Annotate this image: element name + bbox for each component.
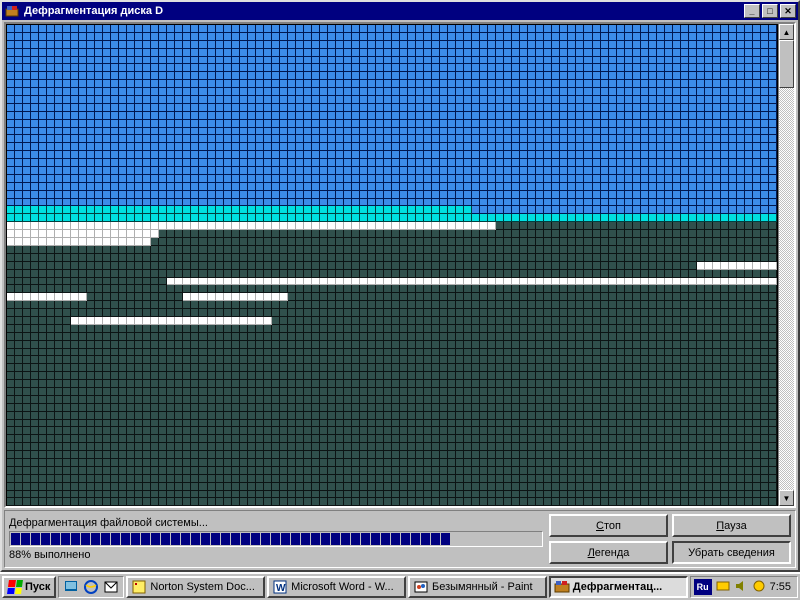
- taskbar-task-3[interactable]: Дефрагментац...: [549, 576, 688, 598]
- outlook-icon[interactable]: [103, 579, 119, 595]
- task-label: Дефрагментац...: [573, 581, 662, 593]
- svg-text:W: W: [276, 583, 286, 594]
- legend-button[interactable]: Легенда: [549, 541, 668, 564]
- client-area: ▲ ▼: [4, 22, 796, 508]
- task-icon: [131, 579, 147, 595]
- taskbar-task-1[interactable]: W Microsoft Word - W...: [267, 576, 406, 598]
- close-button[interactable]: ✕: [780, 4, 796, 18]
- window-title: Дефрагментация диска D: [24, 5, 744, 17]
- titlebar[interactable]: Дефрагментация диска D _ □ ✕: [2, 2, 798, 20]
- volume-icon[interactable]: [734, 579, 748, 596]
- task-label: Безымянный - Paint: [432, 581, 533, 593]
- scroll-down-button[interactable]: ▼: [779, 490, 794, 506]
- defrag-window: Дефрагментация диска D _ □ ✕ ▲ ▼ Дефрагм…: [0, 0, 800, 572]
- stop-button[interactable]: Стоп: [549, 514, 668, 537]
- taskbar: Пуск Norton System Doc... W Microsoft Word…: [0, 572, 800, 600]
- task-icon: [413, 579, 429, 595]
- ie-icon[interactable]: [83, 579, 99, 595]
- tray-icon-b[interactable]: [752, 579, 766, 596]
- system-tray: Ru 7:55: [690, 576, 798, 598]
- tray-icon-a[interactable]: [716, 579, 730, 596]
- start-label: Пуск: [25, 581, 50, 593]
- vertical-scrollbar[interactable]: ▲ ▼: [778, 24, 794, 506]
- progress-bar: [9, 531, 543, 547]
- language-indicator[interactable]: Ru: [694, 579, 712, 595]
- task-label: Microsoft Word - W...: [291, 581, 393, 593]
- task-icon: W: [272, 579, 288, 595]
- taskbar-task-0[interactable]: Norton System Doc...: [126, 576, 265, 598]
- quick-launch: [58, 576, 124, 598]
- maximize-button[interactable]: □: [762, 4, 778, 18]
- start-button[interactable]: Пуск: [2, 576, 56, 598]
- scroll-up-button[interactable]: ▲: [779, 24, 794, 40]
- clock[interactable]: 7:55: [770, 581, 791, 593]
- task-label: Norton System Doc...: [150, 581, 255, 593]
- defrag-map: [6, 24, 778, 506]
- hide-details-button[interactable]: Убрать сведения: [672, 541, 791, 564]
- windows-logo-icon: [7, 580, 23, 594]
- percent-text: 88% выполнено: [9, 549, 543, 561]
- taskbar-task-2[interactable]: Безымянный - Paint: [408, 576, 547, 598]
- minimize-button[interactable]: _: [744, 4, 760, 18]
- scroll-thumb[interactable]: [779, 40, 794, 88]
- task-icon: [554, 579, 570, 595]
- status-label: Дефрагментация файловой системы...: [9, 517, 543, 529]
- pause-button[interactable]: Пауза: [672, 514, 791, 537]
- desktop-icon[interactable]: [63, 579, 79, 595]
- app-icon: [4, 3, 20, 19]
- status-panel: Дефрагментация файловой системы... 88% в…: [4, 510, 796, 568]
